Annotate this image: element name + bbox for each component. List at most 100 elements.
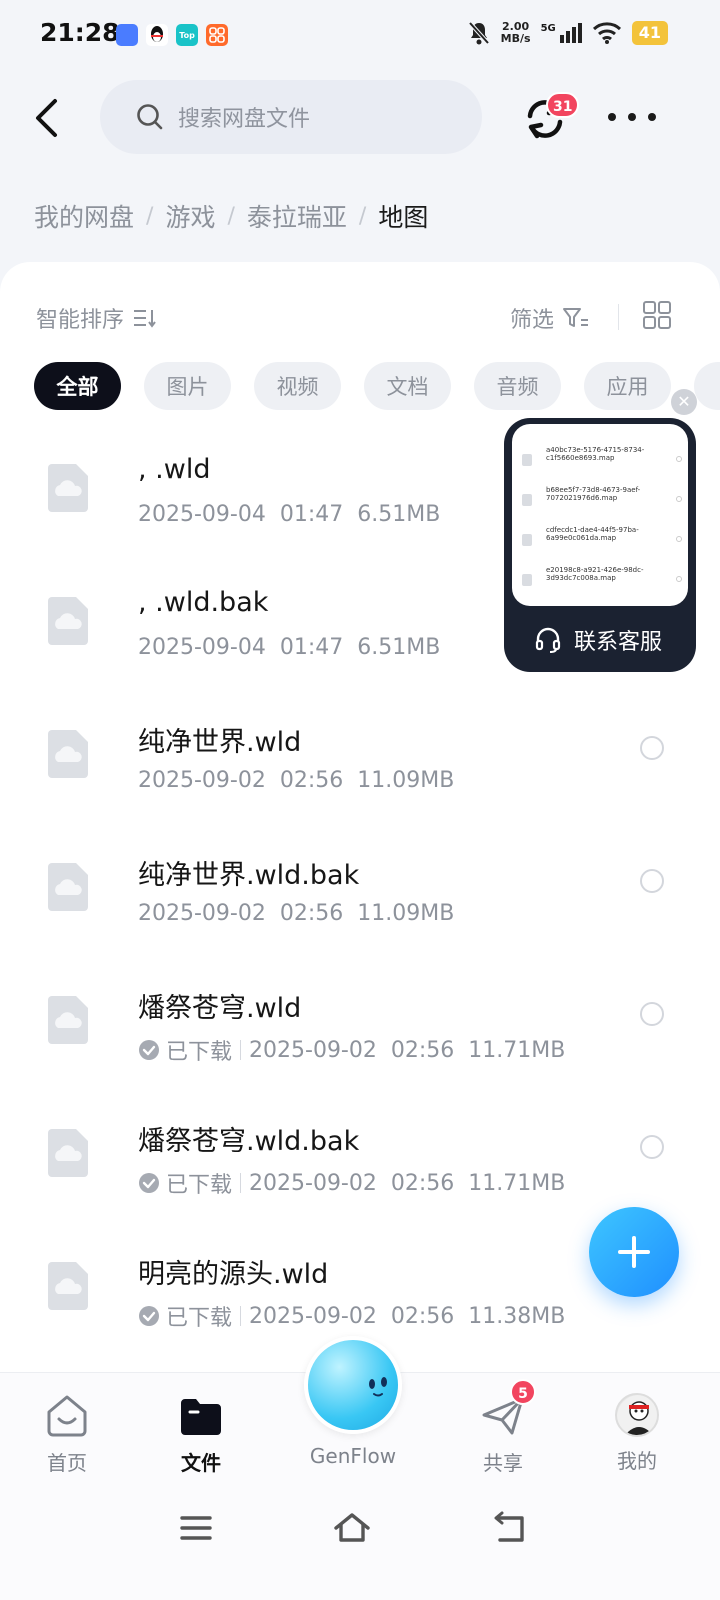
chip-images[interactable]: 图片: [144, 362, 231, 410]
file-meta: 2025-09-02 02:56 11.09MB: [138, 901, 454, 926]
mini-file-icon: [522, 574, 532, 586]
folder-icon: [178, 1393, 224, 1439]
downloaded-label: 已下载: [166, 1306, 233, 1331]
file-time: 02:56: [390, 1170, 455, 1196]
home-system-icon[interactable]: [332, 1510, 372, 1546]
headset-icon: [535, 627, 561, 653]
downloaded-label: 已下载: [166, 1040, 233, 1065]
select-radio[interactable]: [640, 869, 664, 893]
header: 搜索网盘文件 31: [0, 78, 720, 158]
file-meta: 已下载 2025-09-02 02:56 11.71MB: [138, 1034, 565, 1066]
downloaded-status: 已下载: [138, 1300, 232, 1332]
file-icon: [46, 595, 90, 647]
breadcrumb: 我的网盘 / 游戏 / 泰拉瑞亚 / 地图: [34, 198, 428, 234]
status-time: 21:28: [40, 18, 120, 47]
sync-badge: 31: [546, 92, 580, 118]
file-size: 11.71MB: [468, 1037, 566, 1063]
search-icon: [137, 104, 163, 130]
status-indicators: 2.00 MB/s 5G 41: [467, 20, 668, 46]
chip-all[interactable]: 全部: [34, 362, 121, 410]
file-time: 02:56: [390, 1303, 455, 1329]
customer-service-widget[interactable]: a40bc73e-5176-4715-8734-c1f5660e8693.map…: [504, 418, 696, 672]
add-button[interactable]: [589, 1207, 679, 1297]
filter-button[interactable]: 筛选: [510, 302, 590, 334]
nav-home[interactable]: 首页: [22, 1393, 112, 1476]
file-name: 明亮的源头.wld: [138, 1259, 329, 1290]
file-name: 燔祭苍穹.wld: [138, 993, 302, 1024]
downloaded-status: 已下载: [138, 1167, 232, 1199]
file-meta: 已下载 2025-09-02 02:56 11.71MB: [138, 1167, 565, 1199]
file-date: 2025-09-02: [138, 768, 266, 793]
cell-signal-icon: 5G: [541, 23, 582, 43]
nav-me[interactable]: 我的: [592, 1393, 682, 1474]
file-name: , .wld.bak: [138, 587, 269, 618]
file-name: 燔祭苍穹.wld.bak: [138, 1126, 360, 1157]
grid-view-button[interactable]: [642, 300, 672, 330]
file-size: 11.09MB: [357, 768, 455, 793]
search-input[interactable]: 搜索网盘文件: [100, 80, 482, 154]
preview-file-name: cdfecdc1-dae4-44f5-97ba-6a99e0c061da.map: [546, 526, 639, 542]
file-time: 02:56: [279, 768, 344, 793]
more-dot-icon: [648, 113, 656, 121]
chip-documents[interactable]: 文档: [364, 362, 451, 410]
file-icon: [46, 861, 90, 913]
nav-genflow-label: GenFlow: [309, 1444, 397, 1468]
check-circle-icon: [138, 1172, 160, 1194]
file-meta: 已下载 2025-09-02 02:56 11.38MB: [138, 1300, 565, 1332]
wifi-icon: [592, 22, 621, 44]
file-row[interactable]: 纯净世界.wld.bak 2025-09-02 02:56 11.09MB: [0, 821, 720, 954]
select-radio[interactable]: [640, 1002, 664, 1026]
avatar: [615, 1393, 659, 1437]
select-radio[interactable]: [640, 1135, 664, 1159]
chip-videos[interactable]: 视频: [254, 362, 341, 410]
chevron-left-icon: [36, 99, 57, 137]
nav-share[interactable]: 5 共享: [458, 1379, 548, 1476]
file-size: 6.51MB: [357, 502, 441, 527]
chip-apps[interactable]: 应用: [584, 362, 671, 410]
file-meta: 2025-09-04 01:47 6.51MB: [138, 635, 440, 660]
file-row[interactable]: 燔祭苍穹.wld.bak 已下载 2025-09-02 02:56 11.71MB: [0, 1087, 720, 1220]
breadcrumb-item[interactable]: 我的网盘: [34, 198, 134, 234]
check-circle-icon: [138, 1039, 160, 1061]
preview-file-name: a40bc73e-5176-4715-8734-c1f5660e8693.map: [546, 446, 645, 462]
meta-divider: [240, 1306, 242, 1326]
file-row[interactable]: 燔祭苍穹.wld 已下载 2025-09-02 02:56 11.71MB: [0, 954, 720, 1087]
meta-divider: [240, 1040, 242, 1060]
file-date: 2025-09-02: [249, 1303, 377, 1329]
back-button[interactable]: [28, 96, 64, 140]
menu-icon[interactable]: [176, 1510, 216, 1546]
meta-divider: [240, 1173, 242, 1193]
sort-button[interactable]: 智能排序: [36, 302, 156, 334]
breadcrumb-item[interactable]: 游戏: [165, 198, 215, 234]
preview-row: e20198c8-a921-426e-98dc-3d93dc7c008a.map: [522, 566, 682, 602]
more-button[interactable]: [608, 102, 656, 132]
mute-bell-icon: [468, 21, 490, 45]
file-name: 纯净世界.wld: [138, 727, 302, 758]
file-date: 2025-09-02: [249, 1037, 377, 1063]
downloaded-status: 已下载: [138, 1034, 232, 1066]
file-meta: 2025-09-02 02:56 11.09MB: [138, 768, 454, 793]
support-preview: a40bc73e-5176-4715-8734-c1f5660e8693.map…: [512, 424, 688, 606]
nav-home-label: 首页: [47, 1451, 87, 1475]
file-date: 2025-09-04: [138, 502, 266, 527]
genflow-button[interactable]: [304, 1336, 402, 1434]
chip-overflow[interactable]: [694, 362, 720, 410]
breadcrumb-separator: /: [358, 203, 367, 229]
breadcrumb-item[interactable]: 泰拉瑞亚: [247, 198, 347, 234]
file-meta: 2025-09-04 01:47 6.51MB: [138, 502, 440, 527]
sync-button[interactable]: 31: [520, 92, 580, 144]
back-system-icon[interactable]: [490, 1510, 530, 1546]
file-icon: [46, 1260, 90, 1312]
preview-file-name: b68ee5f7-73d8-4673-9aef-7072021976d6.map: [546, 486, 641, 502]
preview-row: cdfecdc1-dae4-44f5-97ba-6a99e0c061da.map: [522, 526, 682, 562]
chip-audio[interactable]: 音频: [474, 362, 561, 410]
file-row[interactable]: 纯净世界.wld 2025-09-02 02:56 11.09MB: [0, 688, 720, 821]
close-support-button[interactable]: ✕: [671, 389, 697, 415]
nav-files[interactable]: 文件: [156, 1393, 246, 1476]
select-radio[interactable]: [640, 736, 664, 760]
preview-file-name: e20198c8-a921-426e-98dc-3d93dc7c008a.map: [546, 566, 644, 582]
battery-indicator: 41: [631, 21, 668, 45]
send-icon: 5: [480, 1379, 536, 1439]
file-icon: [46, 994, 90, 1046]
check-circle-icon: [138, 1305, 160, 1327]
